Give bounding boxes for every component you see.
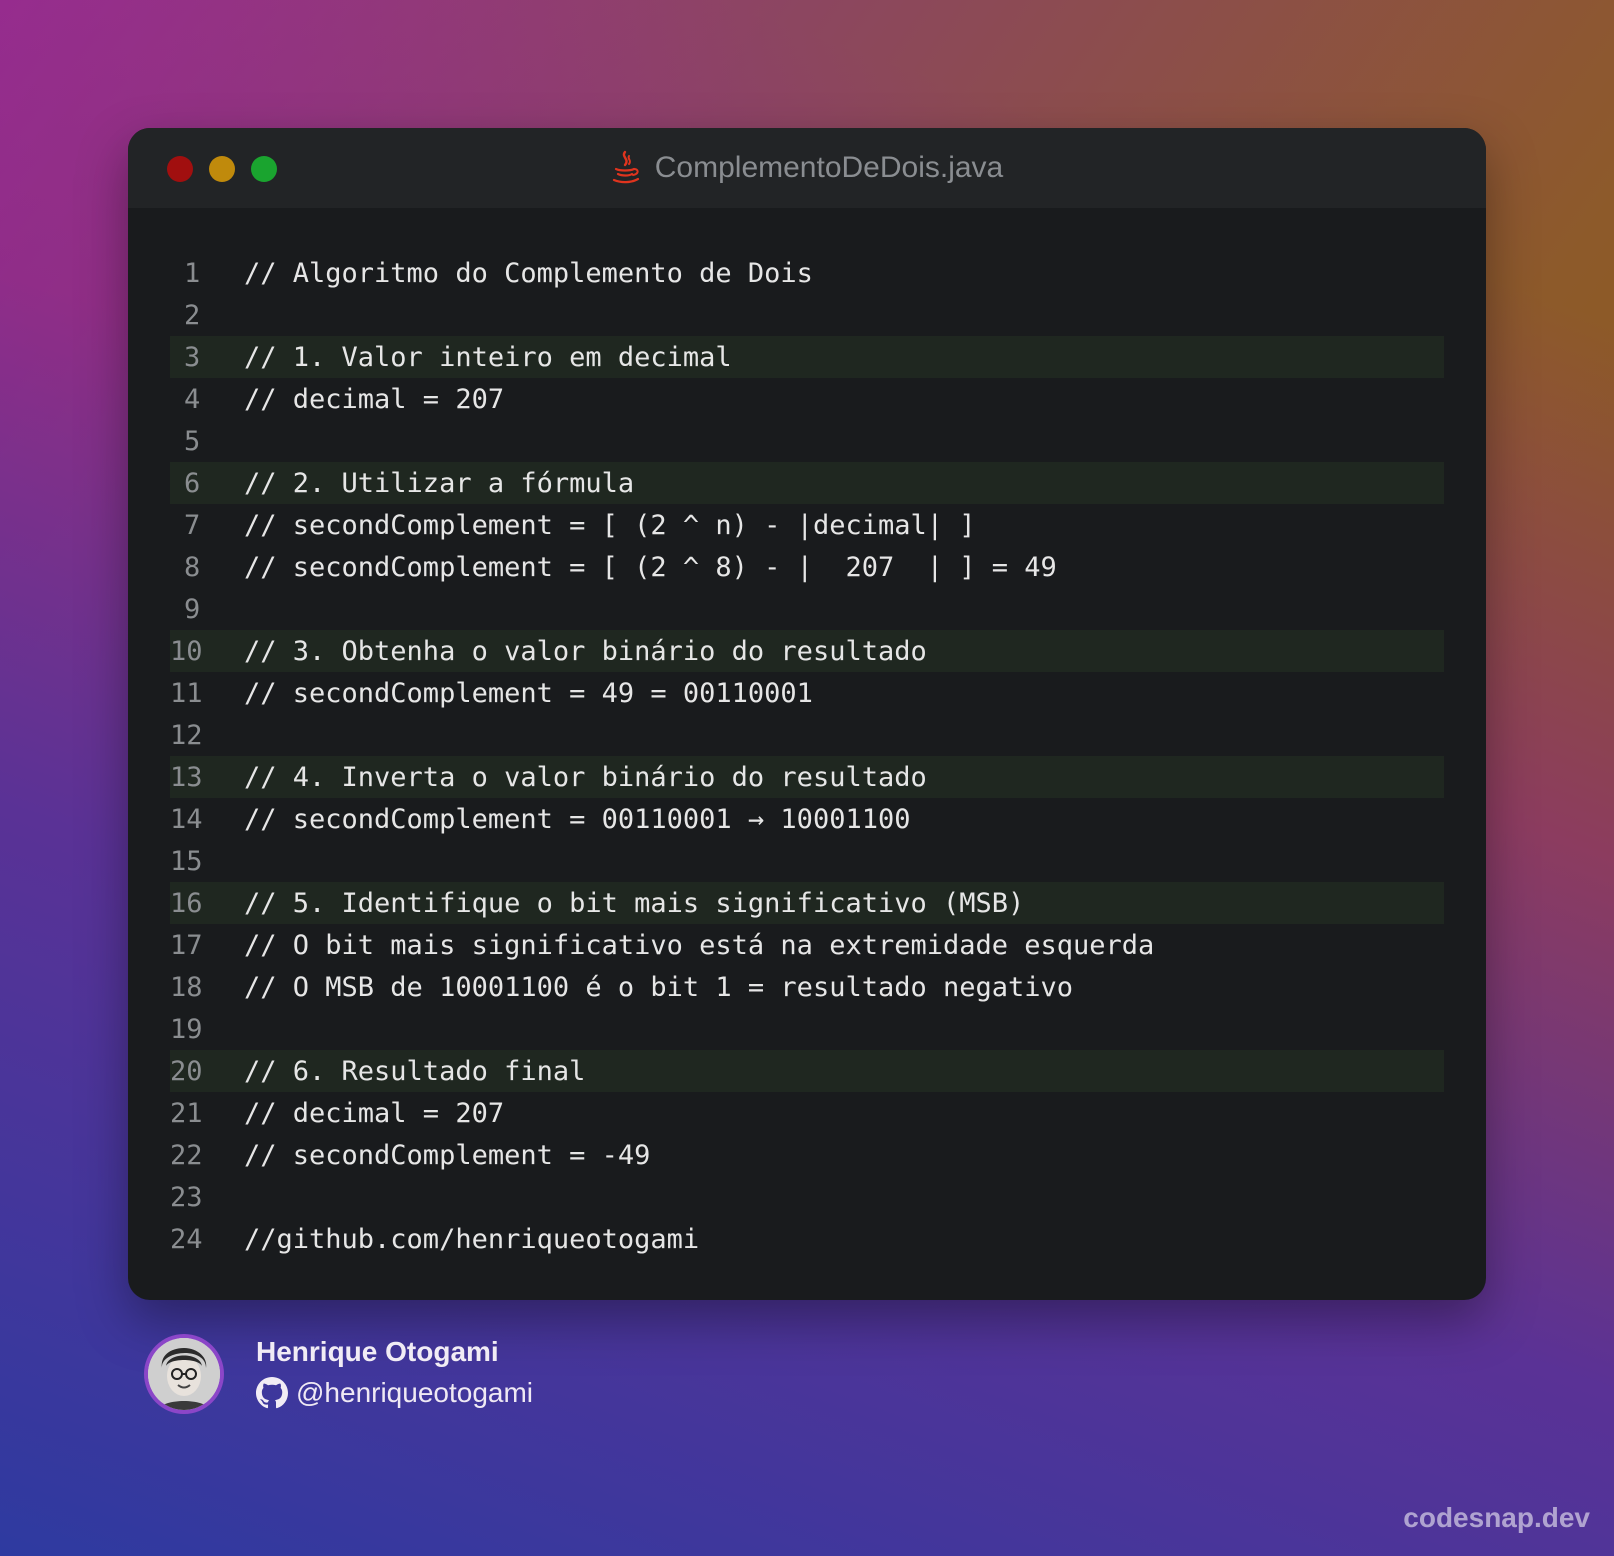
author-name: Henrique Otogami [256,1336,499,1367]
code-line: 16 // 5. Identifique o bit mais significa… [170,882,1444,924]
line-number: 20 [170,1055,203,1087]
line-number: 1 [184,257,201,289]
code-line: 8 // secondComplement = [ (2 ^ 8) - | 207… [170,546,1444,588]
author-handle: @henriqueotogami [296,1377,534,1408]
code-line: 21 // decimal = 207 [170,1092,1444,1134]
line-number: 19 [170,1013,203,1045]
code-line: 4 // decimal = 207 [170,378,1444,420]
window-title: ComplementoDeDois.java [128,128,1486,208]
line-number: 23 [170,1181,203,1213]
code-line: 23 [170,1176,1444,1218]
line-number: 16 [170,887,203,919]
watermark: codesnap.dev [1403,1502,1590,1533]
avatar [144,1334,224,1414]
code-text: // 6. Resultado final [244,1055,586,1087]
code-text: // secondComplement = -49 [244,1139,651,1171]
line-number: 8 [184,551,201,583]
code-line: 11 // secondComplement = 49 = 00110001 [170,672,1444,714]
code-line: 20 // 6. Resultado final [170,1050,1444,1092]
code-text: // 2. Utilizar a fórmula [244,467,635,499]
code-text: // 4. Inverta o valor binário do resulta… [244,761,927,793]
code-line: 2 [170,294,1444,336]
github-icon [256,1377,288,1409]
code-text: // 5. Identifique o bit mais significati… [244,887,1025,919]
code-line: 3 // 1. Valor inteiro em decimal [170,336,1444,378]
code-text: // secondComplement = [ (2 ^ 8) - | 207 … [244,551,1057,583]
code-line: 1 // Algoritmo do Complemento de Dois [170,252,1444,294]
window-filename: ComplementoDeDois.java [654,151,1004,184]
code-line: 22 // secondComplement = -49 [170,1134,1444,1176]
line-number: 7 [184,509,201,541]
code-line: 19 [170,1008,1444,1050]
code-text: // 3. Obtenha o valor binário do resulta… [244,635,927,667]
code-line: 13 // 4. Inverta o valor binário do resul… [170,756,1444,798]
code-line: 18 // O MSB de 10001100 é o bit 1 = resul… [170,966,1444,1008]
code-text: // O bit mais significativo está na extr… [244,929,1155,961]
code-window: ComplementoDeDois.java 1 // Algoritmo do … [128,128,1486,1300]
line-number: 5 [184,425,201,457]
code-text: // decimal = 207 [244,383,505,415]
avatar-icon [148,1338,220,1410]
title-bar: ComplementoDeDois.java [128,128,1486,208]
code-line: 15 [170,840,1444,882]
code-line: 9 [170,588,1444,630]
code-text: // Algoritmo do Complemento de Dois [244,257,813,289]
line-number: 12 [170,719,203,751]
code-line: 5 [170,420,1444,462]
author-handle-row[interactable]: @henriqueotogami [256,1377,533,1409]
line-number: 10 [170,635,203,667]
line-number: 24 [170,1223,203,1255]
code-text: // secondComplement = 00110001 → 1000110… [244,803,911,835]
line-number: 3 [184,341,201,373]
code-line: 12 [170,714,1444,756]
code-line: 24 //github.com/henriqueotogami [170,1218,1444,1260]
line-number: 15 [170,845,203,877]
code-line: 10 // 3. Obtenha o valor binário do resul… [170,630,1444,672]
line-number: 21 [170,1097,203,1129]
code-line: 14 // secondComplement = 00110001 → 10001… [170,798,1444,840]
code-line: 7 // secondComplement = [ (2 ^ n) - |deci… [170,504,1444,546]
line-number: 18 [170,971,203,1003]
code-text: // secondComplement = [ (2 ^ n) - |decim… [244,509,976,541]
line-number: 22 [170,1139,203,1171]
code-text: // 1. Valor inteiro em decimal [244,341,732,373]
line-number: 9 [184,593,201,625]
line-number: 2 [184,299,201,331]
line-number: 4 [184,383,201,415]
code-line: 17 // O bit mais significativo está na ex… [170,924,1444,966]
code-editor: 1// Algoritmo do Complemento de Dois 2 3//… [170,252,1444,1260]
code-text: // O MSB de 10001100 é o bit 1 = resulta… [244,971,1074,1003]
code-text: //github.com/henriqueotogami [244,1223,700,1255]
code-text: // secondComplement = 49 = 00110001 [244,677,813,709]
line-number: 11 [170,677,203,709]
java-icon [611,150,641,186]
line-number: 17 [170,929,203,961]
line-number: 14 [170,803,203,835]
line-number: 6 [184,467,201,499]
code-line: 6 // 2. Utilizar a fórmula [170,462,1444,504]
line-number: 13 [170,761,203,793]
code-text: // decimal = 207 [244,1097,505,1129]
